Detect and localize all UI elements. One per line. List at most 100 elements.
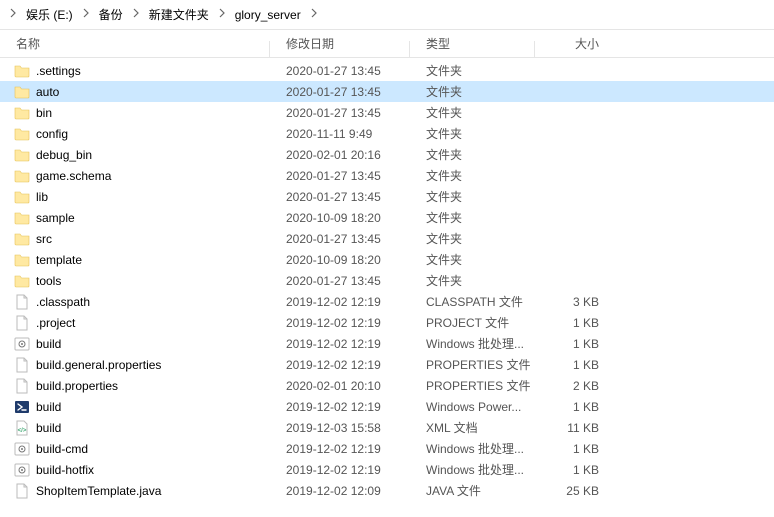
file-name-cell: bin [0,105,270,121]
file-date-cell: 2020-10-09 18:20 [270,253,410,267]
file-row[interactable]: build.general.properties2019-12-02 12:19… [0,354,774,375]
file-name-cell: auto [0,84,270,100]
file-type-cell: 文件夹 [410,209,535,226]
file-name-label: debug_bin [36,148,92,162]
file-row[interactable]: lib2020-01-27 13:45文件夹 [0,186,774,207]
file-type-cell: Windows 批处理... [410,461,535,478]
file-row[interactable]: .classpath2019-12-02 12:19CLASSPATH 文件3 … [0,291,774,312]
chevron-right-icon[interactable] [127,8,145,21]
file-name-cell: build.properties [0,378,270,394]
file-type-cell: 文件夹 [410,167,535,184]
file-type-cell: 文件夹 [410,125,535,142]
file-type-cell: 文件夹 [410,230,535,247]
file-size-cell: 1 KB [535,463,615,477]
file-row[interactable]: sample 2020-10-09 18:20文件夹 [0,207,774,228]
file-row[interactable]: bin2020-01-27 13:45文件夹 [0,102,774,123]
file-row[interactable]: build-hotfix2019-12-02 12:19Windows 批处理.… [0,459,774,480]
file-row[interactable]: auto2020-01-27 13:45文件夹 [0,81,774,102]
file-name-cell: </> build [0,420,270,436]
folder-icon [14,147,30,163]
column-header-date[interactable]: 修改日期 [270,35,410,52]
file-size-cell: 11 KB [535,421,615,435]
file-row[interactable]: build2019-12-02 12:19Windows Power...1 K… [0,396,774,417]
file-name-cell: game.schema [0,168,270,184]
file-row[interactable]: game.schema2020-01-27 13:45文件夹 [0,165,774,186]
file-icon [14,294,30,310]
file-name-label: config [36,127,68,141]
file-type-cell: 文件夹 [410,104,535,121]
file-name-label: build [36,421,61,435]
chevron-right-icon[interactable] [77,8,95,21]
file-type-cell: CLASSPATH 文件 [410,293,535,310]
folder-icon [14,126,30,142]
gear-icon [14,441,30,457]
file-name-cell: template [0,252,270,268]
breadcrumb-item[interactable]: 娱乐 (E:) [22,4,77,25]
file-date-cell: 2020-02-01 20:10 [270,379,410,393]
file-date-cell: 2019-12-02 12:09 [270,484,410,498]
folder-icon [14,168,30,184]
file-date-cell: 2020-10-09 18:20 [270,211,410,225]
file-date-cell: 2020-01-27 13:45 [270,106,410,120]
folder-icon [14,252,30,268]
breadcrumb-item[interactable]: glory_server [231,6,305,24]
file-type-cell: 文件夹 [410,251,535,268]
file-name-cell: build-cmd [0,441,270,457]
file-size-cell: 1 KB [535,358,615,372]
column-header-name[interactable]: 名称 [0,35,270,52]
file-row[interactable]: build.properties2020-02-01 20:10PROPERTI… [0,375,774,396]
file-row[interactable]: build2019-12-02 12:19Windows 批处理...1 KB [0,333,774,354]
file-row[interactable]: </>build2019-12-03 15:58XML 文档11 KB [0,417,774,438]
file-name-label: .project [36,316,75,330]
file-name-cell: sample [0,210,270,226]
file-date-cell: 2019-12-02 12:19 [270,463,410,477]
file-size-cell: 2 KB [535,379,615,393]
file-type-cell: 文件夹 [410,272,535,289]
file-size-cell: 25 KB [535,484,615,498]
file-row[interactable]: template2020-10-09 18:20文件夹 [0,249,774,270]
file-name-label: sample [36,211,75,225]
file-date-cell: 2020-01-27 13:45 [270,232,410,246]
file-name-label: build [36,400,61,414]
folder-icon [14,84,30,100]
file-row[interactable]: debug_bin2020-02-01 20:16文件夹 [0,144,774,165]
file-row[interactable]: src 2020-01-27 13:45文件夹 [0,228,774,249]
file-date-cell: 2020-01-27 13:45 [270,274,410,288]
file-type-cell: Windows Power... [410,400,535,414]
file-type-cell: PROPERTIES 文件 [410,356,535,373]
folder-icon [14,273,30,289]
file-row[interactable]: ShopItemTemplate.java2019-12-02 12:09JAV… [0,480,774,501]
file-name-cell: build [0,336,270,352]
file-name-cell: build.general.properties [0,357,270,373]
chevron-right-icon[interactable] [213,8,231,21]
file-name-cell: config [0,126,270,142]
breadcrumb-item[interactable]: 新建文件夹 [145,4,213,25]
folder-icon [14,63,30,79]
file-list: .settings2020-01-27 13:45文件夹auto2020-01-… [0,58,774,501]
file-date-cell: 2019-12-02 12:19 [270,442,410,456]
file-type-cell: 文件夹 [410,83,535,100]
file-date-cell: 2019-12-02 12:19 [270,295,410,309]
file-row[interactable]: .project2019-12-02 12:19PROJECT 文件1 KB [0,312,774,333]
file-row[interactable]: tools2020-01-27 13:45文件夹 [0,270,774,291]
file-row[interactable]: build-cmd2019-12-02 12:19Windows 批处理...1… [0,438,774,459]
file-name-label: auto [36,85,59,99]
file-type-cell: 文件夹 [410,188,535,205]
file-name-cell: .settings [0,63,270,79]
file-row[interactable]: .settings2020-01-27 13:45文件夹 [0,60,774,81]
breadcrumb[interactable]: 娱乐 (E:) 备份新建文件夹 glory_server [0,0,774,30]
file-name-label: src [36,232,52,246]
file-name-cell: debug_bin [0,147,270,163]
file-icon [14,378,30,394]
svg-text:</>: </> [18,428,27,434]
file-date-cell: 2020-01-27 13:45 [270,169,410,183]
file-size-cell: 1 KB [535,316,615,330]
breadcrumb-item[interactable]: 备份 [95,4,127,25]
chevron-right-icon[interactable] [305,8,323,21]
chevron-right-icon[interactable] [4,8,22,21]
file-row[interactable]: config2020-11-11 9:49文件夹 [0,123,774,144]
column-header-size[interactable]: 大小 [535,35,615,52]
xml-icon: </> [14,420,30,436]
column-header-type[interactable]: 类型 [410,35,535,52]
file-name-cell: build [0,399,270,415]
